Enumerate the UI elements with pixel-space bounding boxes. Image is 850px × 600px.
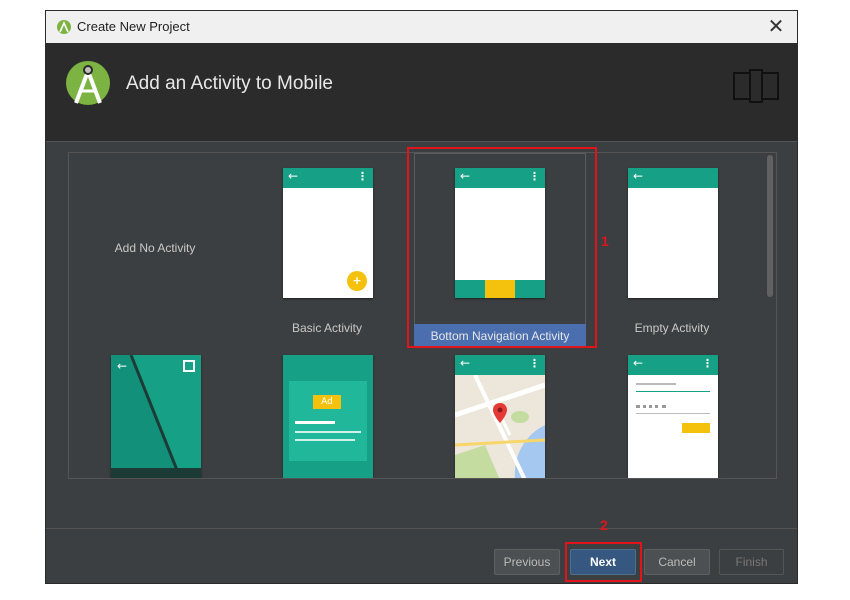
dialog-header: Add an Activity to Mobile — [46, 43, 797, 142]
android-studio-icon — [57, 20, 71, 34]
close-button[interactable]: ✕ — [765, 15, 787, 37]
app-bar: ← ⋮ — [283, 168, 373, 188]
android-studio-logo-icon — [66, 61, 110, 105]
email-field-line — [636, 391, 710, 392]
template-maps-activity[interactable]: ← ⋮ — [414, 343, 586, 478]
ad-badge: Ad — [313, 395, 341, 409]
interstitial-card: Ad — [289, 381, 367, 461]
empty-activity-preview: ← — [628, 168, 718, 298]
create-project-dialog: Create New Project ✕ Add an Activity to … — [45, 10, 798, 584]
footer-divider — [46, 528, 797, 529]
annotation-box-next — [565, 542, 642, 582]
diagonal-shape-icon — [111, 355, 182, 478]
phone-tablet-icon — [733, 69, 779, 103]
email-field-placeholder — [636, 383, 676, 385]
previous-button[interactable]: Previous — [494, 549, 560, 575]
back-arrow-icon: ← — [633, 169, 644, 183]
cancel-button[interactable]: Cancel — [644, 549, 710, 575]
template-fullscreen-activity[interactable]: ← — [69, 343, 241, 478]
back-arrow-icon: ← — [117, 359, 128, 373]
password-field-line — [636, 413, 710, 414]
annotation-box-selection — [407, 147, 597, 348]
map-pin-icon — [493, 403, 507, 423]
template-empty-activity[interactable]: ← Empty Activity — [586, 153, 758, 339]
title-bar: Create New Project ✕ — [46, 11, 797, 44]
maps-preview: ← ⋮ — [455, 355, 545, 478]
text-line — [295, 431, 361, 433]
template-admob-activity[interactable]: Ad — [241, 343, 413, 478]
overflow-menu-icon: ⋮ — [357, 170, 368, 183]
template-label: Add No Activity — [114, 241, 196, 255]
template-basic-activity[interactable]: ← ⋮ + Basic Activity — [241, 153, 413, 339]
window-title: Create New Project — [77, 19, 190, 34]
map-illustration — [455, 375, 545, 478]
gallery-scrollbar[interactable] — [767, 155, 773, 297]
annotation-number-two: 2 — [600, 517, 608, 533]
app-bar: ← ⋮ — [628, 355, 718, 375]
back-arrow-icon: ← — [633, 356, 644, 370]
app-bar: ← — [628, 168, 718, 188]
text-line — [295, 439, 355, 441]
fullscreen-icon — [183, 360, 195, 372]
app-bar: ← ⋮ — [455, 355, 545, 375]
nav-bar — [111, 468, 201, 478]
finish-button[interactable]: Finish — [719, 549, 784, 575]
text-line — [295, 421, 335, 424]
fullscreen-preview: ← — [111, 355, 201, 478]
overflow-menu-icon: ⋮ — [529, 357, 540, 370]
template-add-no-activity[interactable]: Add No Activity — [69, 153, 241, 339]
overflow-menu-icon: ⋮ — [702, 357, 713, 370]
back-arrow-icon: ← — [288, 169, 299, 183]
template-login-activity[interactable]: ← ⋮ — [586, 343, 758, 478]
password-field-dots — [636, 405, 666, 411]
template-label: Basic Activity — [291, 321, 363, 335]
annotation-number-one: 1 — [601, 233, 609, 249]
template-label: Empty Activity — [634, 321, 710, 335]
page-title: Add an Activity to Mobile — [126, 73, 333, 94]
basic-activity-preview: ← ⋮ + — [283, 168, 373, 298]
admob-preview: Ad — [283, 355, 373, 478]
fab-icon: + — [347, 271, 367, 291]
sign-in-button-shape — [682, 423, 710, 433]
back-arrow-icon: ← — [460, 356, 471, 370]
login-preview: ← ⋮ — [628, 355, 718, 478]
